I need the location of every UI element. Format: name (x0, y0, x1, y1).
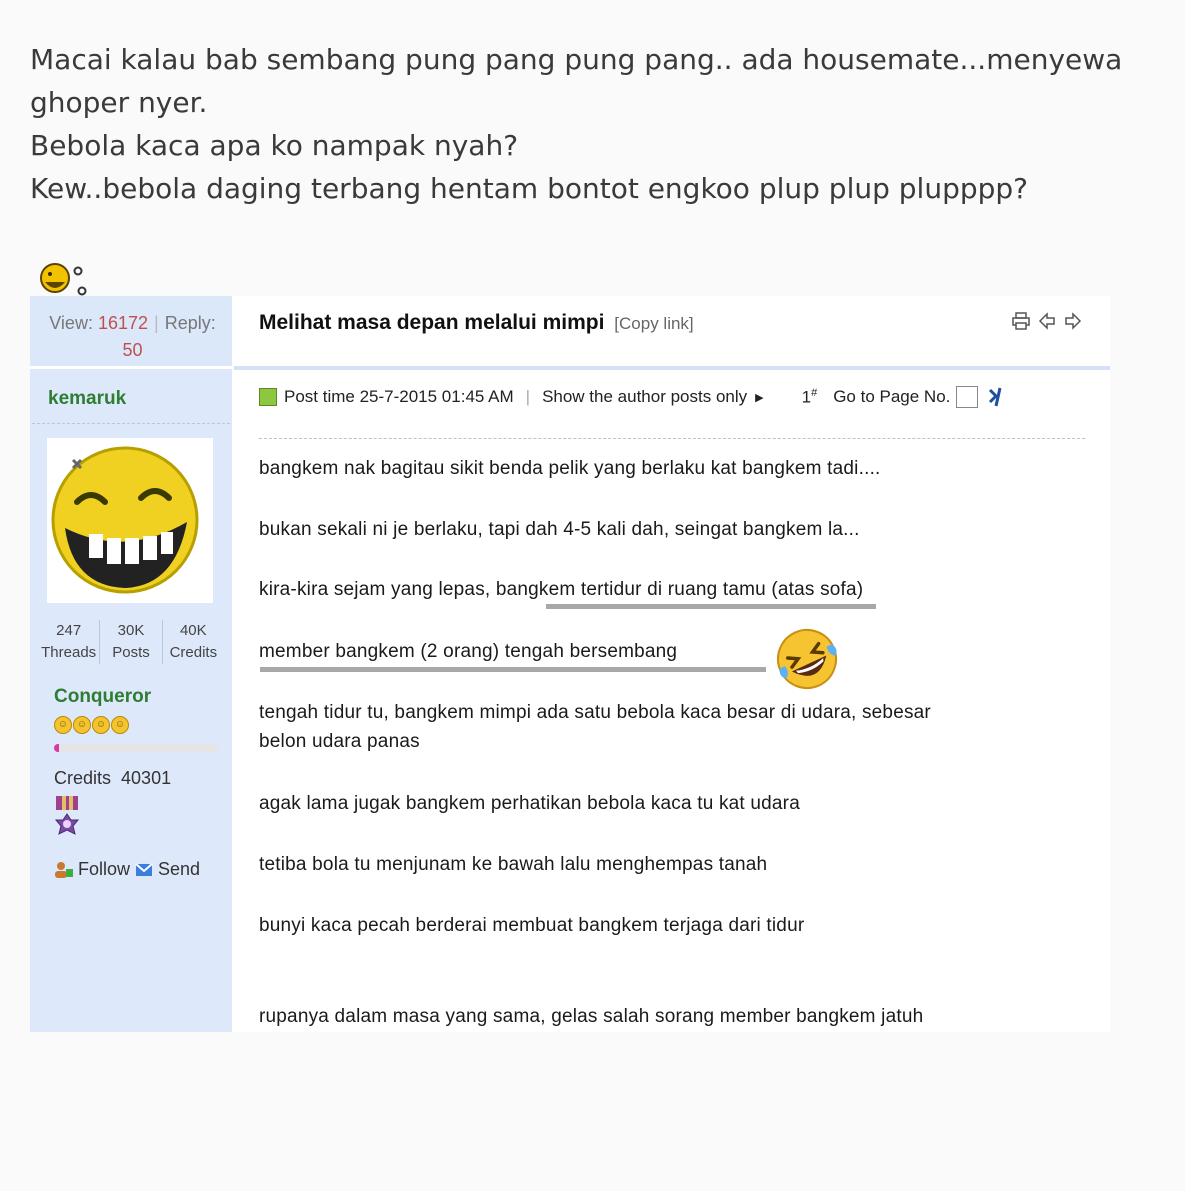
rank-star-icon: ☺ (111, 716, 129, 734)
post-time: Post time 25-7-2015 01:45 AM (284, 387, 514, 406)
mail-icon (135, 862, 153, 876)
caption-line: ghoper nyer. (30, 86, 208, 119)
copy-link[interactable]: [Copy link] (614, 314, 693, 333)
goto-page-label: Go to Page No. (833, 387, 951, 406)
rank-star-icon: ☺ (54, 716, 72, 734)
jump-icon[interactable] (984, 386, 1006, 408)
author-counts: 247 Threads 30K Posts 40K Credits (38, 620, 224, 664)
post-paragraph: agak lama jugak bangkem perhatikan bebol… (259, 793, 800, 814)
caption-line: Kew..bebola daging terbang hentam bontot… (30, 172, 1029, 205)
posts-label: Posts (112, 644, 150, 661)
prev-thread-icon[interactable] (1038, 312, 1056, 330)
rolling-laughing-emoji (777, 629, 837, 689)
follow-icon (55, 861, 73, 878)
views-label: View: (49, 313, 93, 333)
credits-count[interactable]: 40K (163, 620, 224, 642)
post-paragraph: member bangkem (2 orang) tengah bersemba… (259, 641, 678, 662)
rank-star-icon: ☺ (92, 716, 110, 734)
rank-stars: ☺ ☺ ☺ ☺ (54, 716, 129, 734)
post-paragraph: bukan sekali ni je berlaku, tapi dah 4-5… (259, 519, 860, 540)
text-highlight-underline (260, 667, 766, 672)
grinning-avatar (51, 446, 199, 594)
post-paragraph: belon udara panas (259, 731, 420, 752)
caption-text: Macai kalau bab sembang pung pang pung p… (30, 38, 1160, 210)
shocked-face-icon (40, 263, 87, 296)
rank-progress (54, 744, 218, 752)
caption-line: Bebola kaca apa ko nampak nyah? (30, 129, 519, 162)
show-author-link[interactable]: Show the author posts only (542, 387, 747, 407)
avatar[interactable] (47, 438, 213, 603)
print-icon[interactable] (1012, 312, 1030, 330)
caption-line: Macai kalau bab sembang pung pang pung p… (30, 43, 1123, 76)
credits-line-label: Credits (54, 768, 112, 788)
replies-label: Reply: (164, 313, 216, 333)
thread-title: Melihat masa depan melalui mimpi (259, 311, 605, 334)
threads-count[interactable]: 247 (38, 620, 99, 642)
post-paragraph: tetiba bola tu menjunam ke bawah lalu me… (259, 854, 768, 875)
author-sidebar: View: 16172 | Reply: 50 kemaruk 247 Threa (30, 296, 232, 1032)
rank-progress-fill (54, 744, 59, 752)
post-meta: Post time 25-7-2015 01:45 AM | Show the … (259, 386, 1089, 408)
thread-tools (1012, 312, 1082, 330)
credits-label: Credits (169, 644, 218, 661)
post-paragraph: kira-kira sejam yang lepas, bangkem tert… (259, 579, 864, 600)
rank-star-icon: ☺ (73, 716, 91, 734)
caret-right-icon: ▶ (755, 391, 764, 404)
next-thread-icon[interactable] (1064, 312, 1082, 330)
medal-icon (54, 796, 80, 835)
threads-label: Threads (41, 644, 97, 661)
post-paragraph: tengah tidur tu, bangkem mimpi ada satu … (259, 702, 931, 723)
posts-count[interactable]: 30K (100, 620, 161, 642)
credits-line: Credits 40301 (54, 768, 171, 789)
post-main: Melihat masa depan melalui mimpi [Copy l… (234, 296, 1110, 1032)
floor-number[interactable]: 1# (802, 387, 818, 408)
author-actions: Follow Send (54, 859, 200, 880)
send-link[interactable]: Send (158, 859, 200, 880)
credits-value: 40301 (121, 768, 172, 788)
replies-count: 50 (122, 340, 143, 360)
forum-post-screenshot: View: 16172 | Reply: 50 kemaruk 247 Threa (30, 296, 1110, 1032)
page-number-input[interactable] (956, 386, 979, 408)
post-paragraph: bunyi kaca pecah berderai membuat bangke… (259, 915, 805, 936)
thread-stats: View: 16172 | Reply: 50 (30, 296, 232, 369)
follow-link[interactable]: Follow (78, 859, 130, 880)
post-paragraph: rupanya dalam masa yang sama, gelas sala… (259, 1006, 924, 1027)
post-paragraph: bangkem nak bagitau sikit benda pelik ya… (259, 458, 881, 479)
views-count: 16172 (97, 313, 149, 333)
author-name[interactable]: kemaruk (48, 388, 126, 410)
author-rank: Conqueror (54, 686, 152, 707)
post-icon (259, 388, 277, 406)
thread-title-row: Melihat masa depan melalui mimpi [Copy l… (259, 311, 694, 335)
text-highlight-underline (546, 604, 876, 609)
